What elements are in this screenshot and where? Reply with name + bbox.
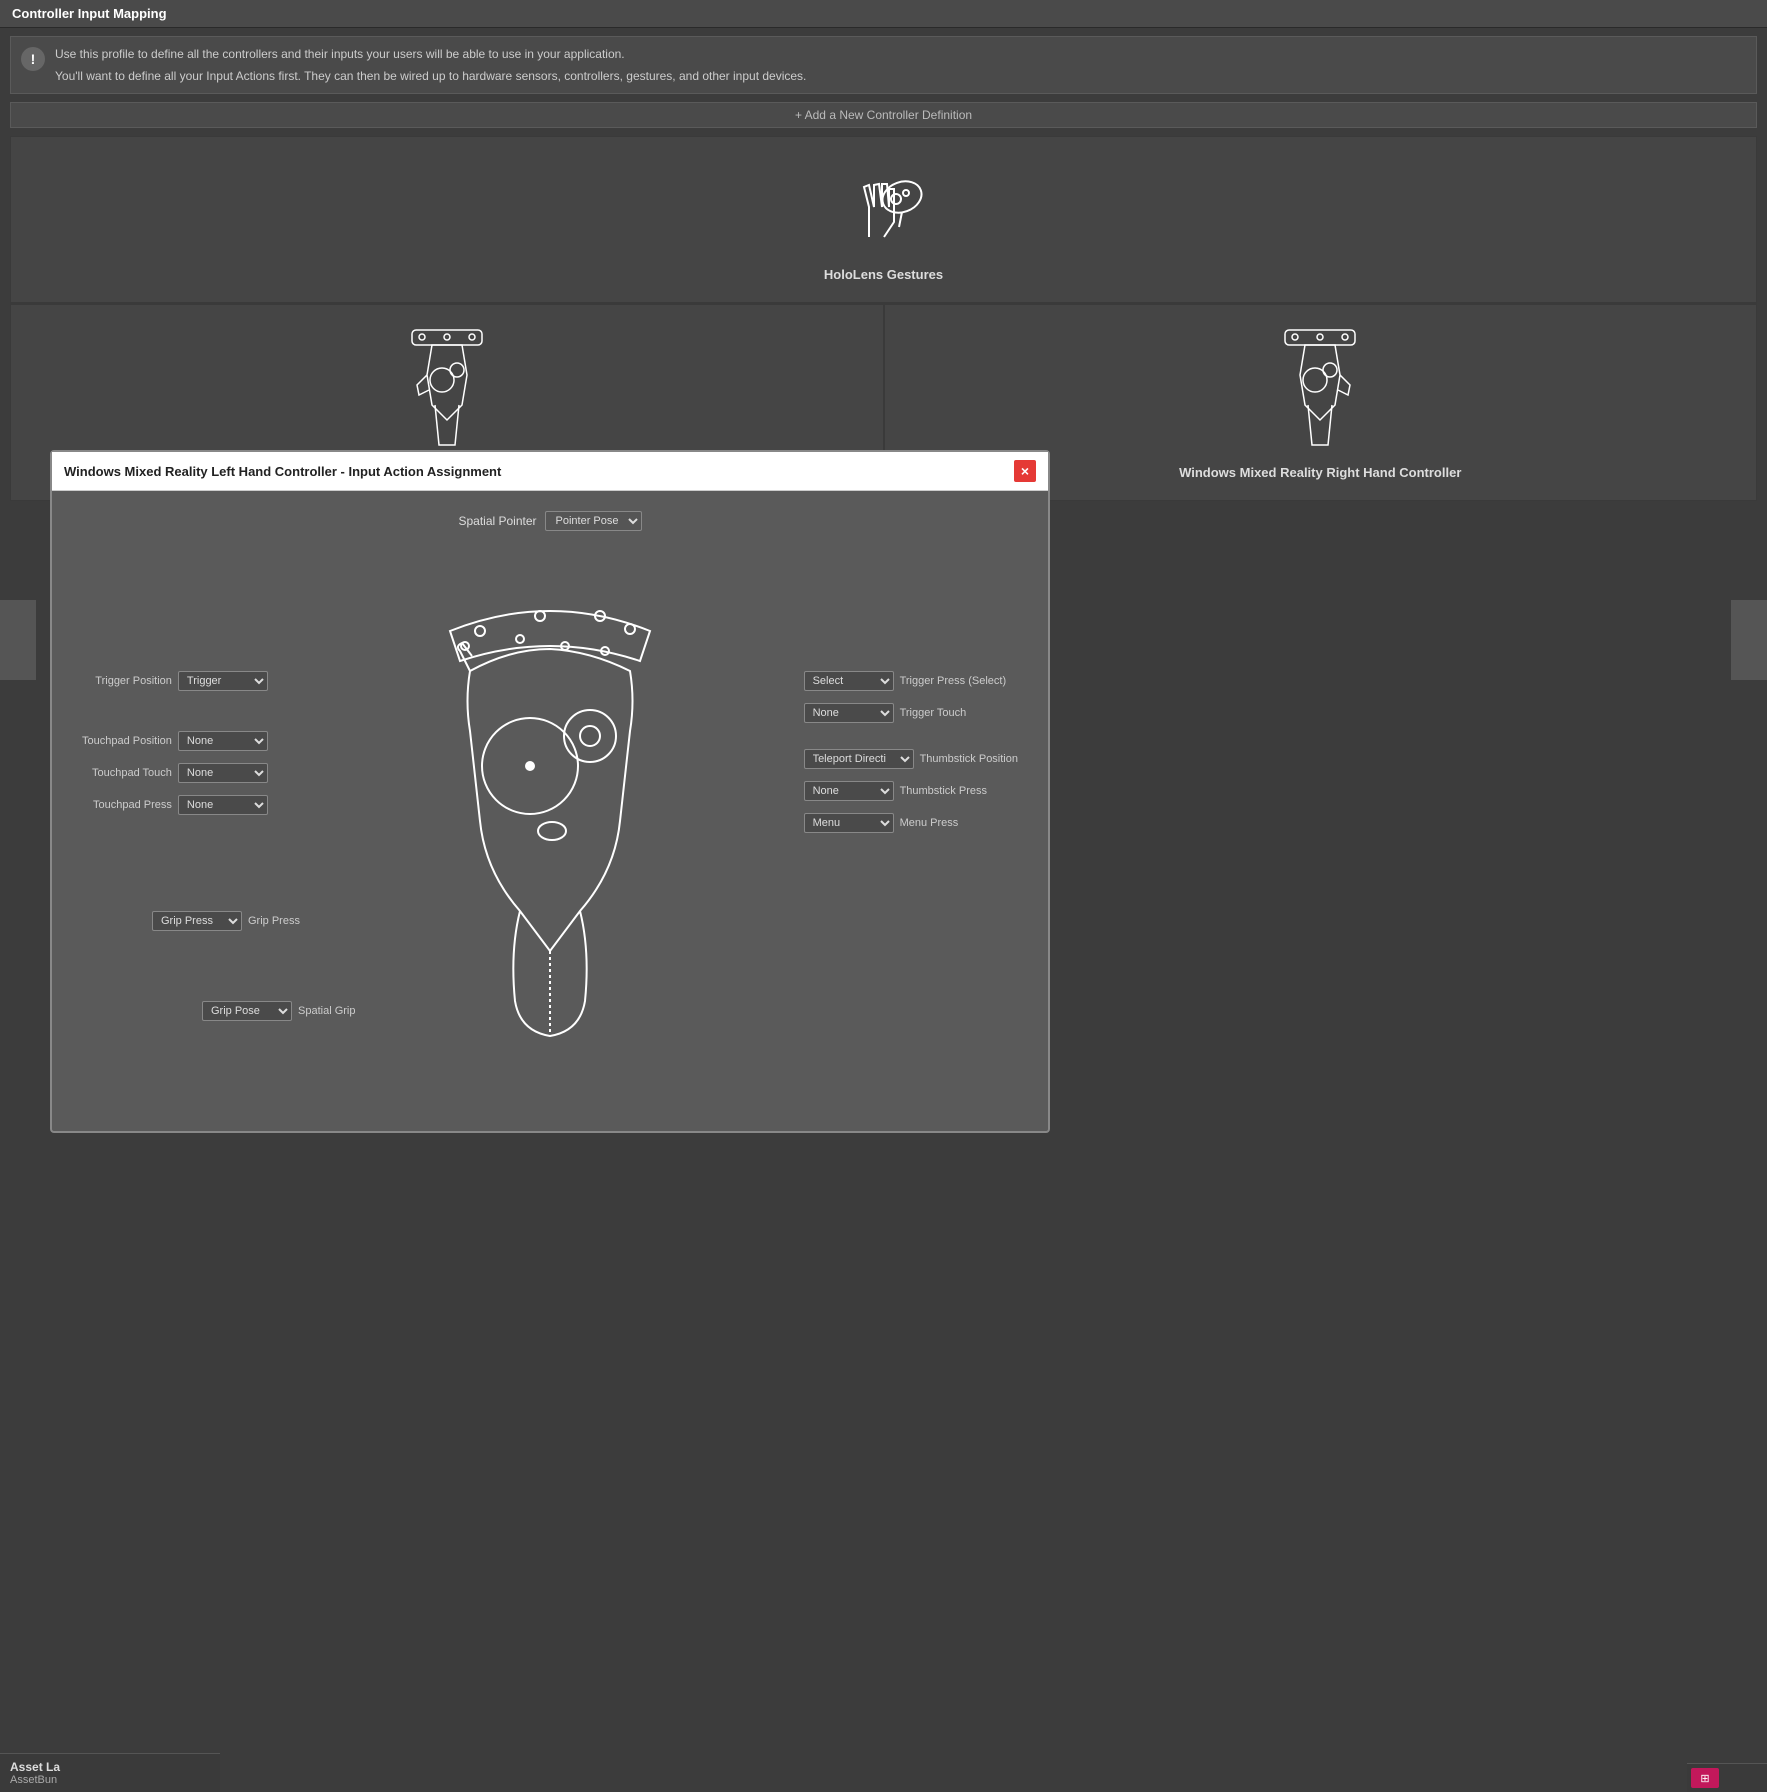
- trigger-press-label: Trigger Press (Select): [900, 675, 1007, 687]
- touchpad-touch-row: Touchpad Touch None: [82, 763, 268, 783]
- grip-pose-label: Spatial Grip: [298, 1005, 355, 1017]
- trigger-position-label: Trigger Position: [95, 675, 172, 687]
- touchpad-press-label: Touchpad Press: [93, 799, 172, 811]
- thumbstick-position-row: Teleport Directi Thumbstick Position: [804, 749, 1018, 769]
- right-labels: Select Trigger Press (Select) None Trigg…: [804, 671, 1018, 833]
- info-text: Use this profile to define all the contr…: [55, 45, 806, 85]
- info-line2: You'll want to define all your Input Act…: [55, 67, 806, 85]
- controllers-section: HoloLens Gestures: [10, 136, 1757, 501]
- grip-pose-select[interactable]: Grip Pose: [202, 1001, 292, 1021]
- spatial-pointer-row: Spatial Pointer Pointer Pose: [72, 511, 1028, 531]
- grip-press-row: Grip Press Grip Press: [152, 911, 300, 931]
- hololens-label: HoloLens Gestures: [31, 267, 1736, 282]
- grip-pose-row: Grip Pose Spatial Grip: [202, 1001, 355, 1021]
- input-assignment-modal: Windows Mixed Reality Left Hand Controll…: [50, 450, 1050, 1133]
- trigger-position-select[interactable]: Trigger: [178, 671, 268, 691]
- trigger-touch-label: Trigger Touch: [900, 707, 967, 719]
- info-box: ! Use this profile to define all the con…: [10, 36, 1757, 94]
- wmr-right-icon: [1280, 325, 1360, 455]
- right-sidebar-handle: [1731, 600, 1767, 680]
- info-icon: !: [21, 47, 45, 71]
- touchpad-press-row: Touchpad Press None: [82, 795, 268, 815]
- thumbstick-press-select[interactable]: None: [804, 781, 894, 801]
- controller-diagram-svg: [390, 571, 710, 1051]
- trigger-position-row: Trigger Position Trigger: [82, 671, 268, 691]
- touchpad-position-select[interactable]: None: [178, 731, 268, 751]
- asset-panel-title: Asset La: [10, 1760, 210, 1774]
- modal-close-button[interactable]: ×: [1014, 460, 1036, 482]
- asset-panel: Asset La AssetBun: [0, 1753, 220, 1792]
- grip-press-label: Grip Press: [248, 915, 300, 927]
- trigger-touch-row: None Trigger Touch: [804, 703, 1018, 723]
- touchpad-position-row: Touchpad Position None: [82, 731, 268, 751]
- wmr-left-icon: [407, 325, 487, 455]
- bottom-right-badge: ⊞: [1691, 1768, 1719, 1788]
- menu-press-row: Menu Menu Press: [804, 813, 1018, 833]
- info-line1: Use this profile to define all the contr…: [55, 45, 806, 63]
- asset-panel-subtitle: AssetBun: [10, 1774, 210, 1786]
- touchpad-position-label: Touchpad Position: [82, 735, 172, 747]
- spatial-pointer-dropdown[interactable]: Pointer Pose: [545, 511, 642, 531]
- touchpad-press-select[interactable]: None: [178, 795, 268, 815]
- controller-diagram: [390, 571, 710, 1054]
- wmr-left-svg: [407, 325, 487, 455]
- modal-body: Spatial Pointer Pointer Pose Trigger Pos…: [52, 491, 1048, 1111]
- thumbstick-press-row: None Thumbstick Press: [804, 781, 1018, 801]
- thumbstick-position-label: Thumbstick Position: [920, 753, 1018, 765]
- grip-press-select[interactable]: Grip Press: [152, 911, 242, 931]
- trigger-press-select[interactable]: Select: [804, 671, 894, 691]
- trigger-touch-select[interactable]: None: [804, 703, 894, 723]
- add-controller-button[interactable]: + Add a New Controller Definition: [10, 102, 1757, 128]
- modal-header: Windows Mixed Reality Left Hand Controll…: [52, 452, 1048, 491]
- touchpad-touch-label: Touchpad Touch: [92, 767, 172, 779]
- page-title: Controller Input Mapping: [12, 6, 1755, 21]
- menu-press-label: Menu Press: [900, 817, 959, 829]
- thumbstick-press-label: Thumbstick Press: [900, 785, 987, 797]
- modal-title: Windows Mixed Reality Left Hand Controll…: [64, 464, 501, 479]
- page-header: Controller Input Mapping: [0, 0, 1767, 28]
- hololens-card[interactable]: HoloLens Gestures: [10, 136, 1757, 303]
- diagram-area: Trigger Position Trigger Touchpad Positi…: [72, 541, 1028, 1061]
- menu-press-select[interactable]: Menu: [804, 813, 894, 833]
- bottom-right-panel: ⊞: [1687, 1763, 1767, 1792]
- wmr-right-svg: [1280, 325, 1360, 455]
- trigger-press-row: Select Trigger Press (Select): [804, 671, 1018, 691]
- spatial-pointer-label: Spatial Pointer: [458, 514, 536, 528]
- left-sidebar-handle: [0, 600, 36, 680]
- hololens-svg: [824, 157, 944, 257]
- thumbstick-position-select[interactable]: Teleport Directi: [804, 749, 914, 769]
- left-labels: Trigger Position Trigger Touchpad Positi…: [82, 671, 268, 815]
- hololens-icon: [824, 157, 944, 257]
- touchpad-touch-select[interactable]: None: [178, 763, 268, 783]
